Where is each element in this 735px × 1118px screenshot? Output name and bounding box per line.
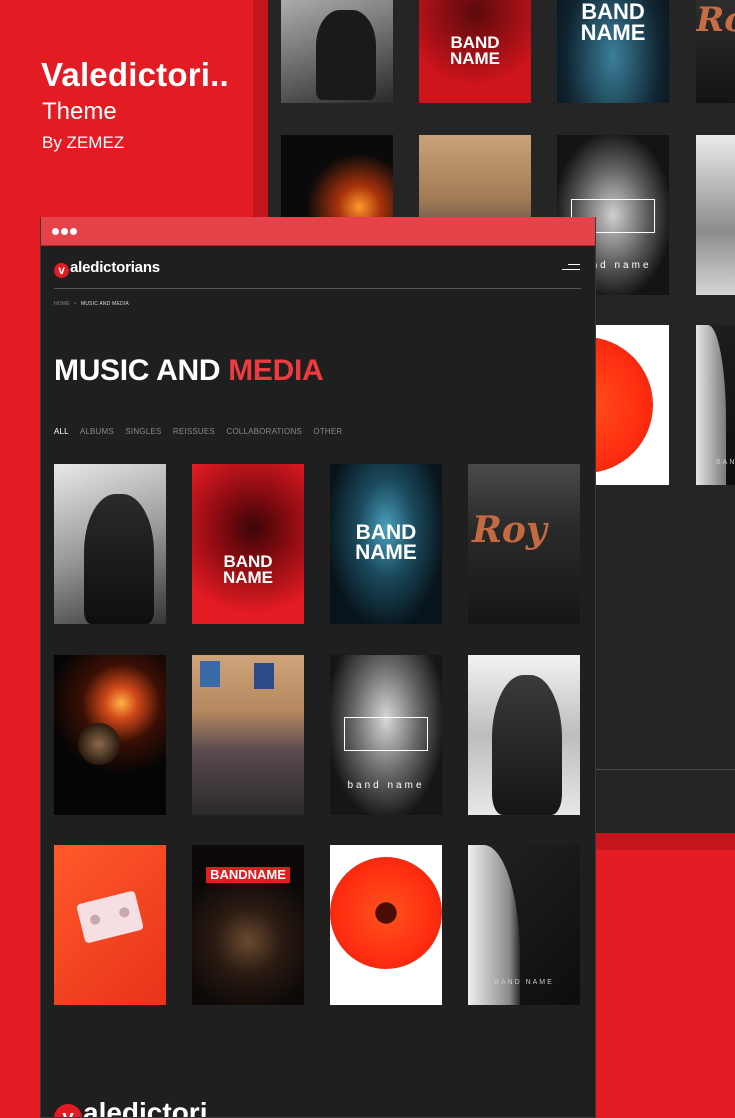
head-silhouette bbox=[492, 675, 562, 815]
breadcrumb: HOME • MUSIC AND MEDIA bbox=[54, 301, 129, 307]
back-cover-label: NAME bbox=[449, 49, 501, 68]
stage-frame bbox=[344, 717, 428, 751]
back-cover-double-exposure[interactable] bbox=[696, 135, 735, 295]
cover-bandname-sparks[interactable]: BANDNAME bbox=[192, 845, 304, 1005]
logo-badge-icon: v bbox=[54, 1104, 82, 1117]
cassette-tape bbox=[76, 890, 144, 944]
window-titlebar bbox=[41, 217, 595, 246]
cover-label: BAND bbox=[355, 521, 417, 544]
logo-badge-icon: v bbox=[54, 263, 69, 278]
cover-label: band name bbox=[347, 780, 425, 791]
promo-subtitle: Theme bbox=[42, 98, 117, 125]
vinyl-record bbox=[330, 857, 442, 969]
filter-singles[interactable]: SINGLES bbox=[125, 427, 161, 436]
filter-albums[interactable]: ALBUMS bbox=[80, 427, 114, 436]
footer-logo[interactable]: v aledictori bbox=[54, 1097, 208, 1118]
nav-divider bbox=[54, 288, 581, 289]
filter-reissues[interactable]: REISSUES bbox=[173, 427, 215, 436]
cover-bass-guitar[interactable]: BAND NAME bbox=[468, 845, 580, 1005]
silhouette-figure bbox=[84, 494, 154, 624]
page-title-accent: MEDIA bbox=[228, 354, 324, 387]
breadcrumb-current: MUSIC AND MEDIA bbox=[80, 301, 129, 307]
cover-smoke-stage[interactable]: band name bbox=[330, 655, 442, 815]
dandelion bbox=[78, 723, 120, 765]
back-cover-bass-guitar[interactable]: BAND NAME bbox=[696, 325, 735, 485]
window-dot-icon bbox=[61, 228, 68, 235]
cover-band-photo[interactable] bbox=[192, 655, 304, 815]
back-cover-label: NAME bbox=[580, 20, 646, 45]
filter-collaborations[interactable]: COLLABORATIONS bbox=[226, 427, 302, 436]
filter-all[interactable]: ALL bbox=[54, 427, 69, 436]
cover-label: Roy bbox=[472, 509, 547, 551]
filter-tabs: ALL ALBUMS SINGLES REISSUES COLLABORATIO… bbox=[54, 427, 351, 436]
cover-cassette[interactable] bbox=[54, 845, 166, 1005]
page-title: MUSIC AND MEDIA bbox=[54, 354, 324, 388]
breadcrumb-home[interactable]: HOME bbox=[54, 301, 70, 307]
cover-vinyl[interactable] bbox=[330, 845, 442, 1005]
breadcrumb-separator: • bbox=[74, 301, 77, 307]
browser-window: v aledictorians HOME • MUSIC AND MEDIA MU… bbox=[40, 217, 596, 1118]
cover-label: NAME bbox=[222, 568, 274, 587]
menu-icon[interactable] bbox=[562, 264, 580, 272]
cover-blue-stage[interactable]: BAND NAME bbox=[330, 464, 442, 624]
page-title-main: MUSIC AND bbox=[54, 354, 229, 387]
cover-label: NAME bbox=[355, 541, 417, 564]
background-band bbox=[595, 836, 735, 850]
promo-author: By ZEMEZ bbox=[42, 133, 125, 152]
poster-frame bbox=[254, 663, 274, 689]
site-logo[interactable]: v aledictorians bbox=[54, 259, 160, 278]
cover-silhouette[interactable] bbox=[54, 464, 166, 624]
back-cover-red-portrait[interactable]: BAND NAME bbox=[419, 0, 531, 103]
back-cover-concert[interactable]: Roy bbox=[696, 0, 735, 103]
cover-banner: BANDNAME bbox=[206, 867, 290, 883]
logo-text: aledictorians bbox=[70, 259, 160, 276]
cover-double-exposure[interactable] bbox=[468, 655, 580, 815]
cover-red-portrait[interactable]: BAND NAME bbox=[192, 464, 304, 624]
promo-title: Valedictori.. bbox=[41, 56, 229, 93]
filter-other[interactable]: OTHER bbox=[313, 427, 342, 436]
window-dot-icon bbox=[70, 228, 77, 235]
back-cover-label: BAND NAME bbox=[716, 459, 735, 466]
back-cover-label: Roy bbox=[696, 0, 735, 40]
background-band bbox=[595, 836, 735, 1102]
footer-logo-text: aledictori bbox=[83, 1097, 208, 1118]
cover-fire[interactable] bbox=[54, 655, 166, 815]
cover-concert[interactable]: Roy bbox=[468, 464, 580, 624]
cover-label: BAND NAME bbox=[494, 979, 554, 986]
poster-frame bbox=[200, 661, 220, 687]
window-dot-icon bbox=[52, 228, 59, 235]
back-cover-blue-stage[interactable]: BAND NAME bbox=[557, 0, 669, 103]
back-cover-silhouette[interactable] bbox=[281, 0, 393, 103]
